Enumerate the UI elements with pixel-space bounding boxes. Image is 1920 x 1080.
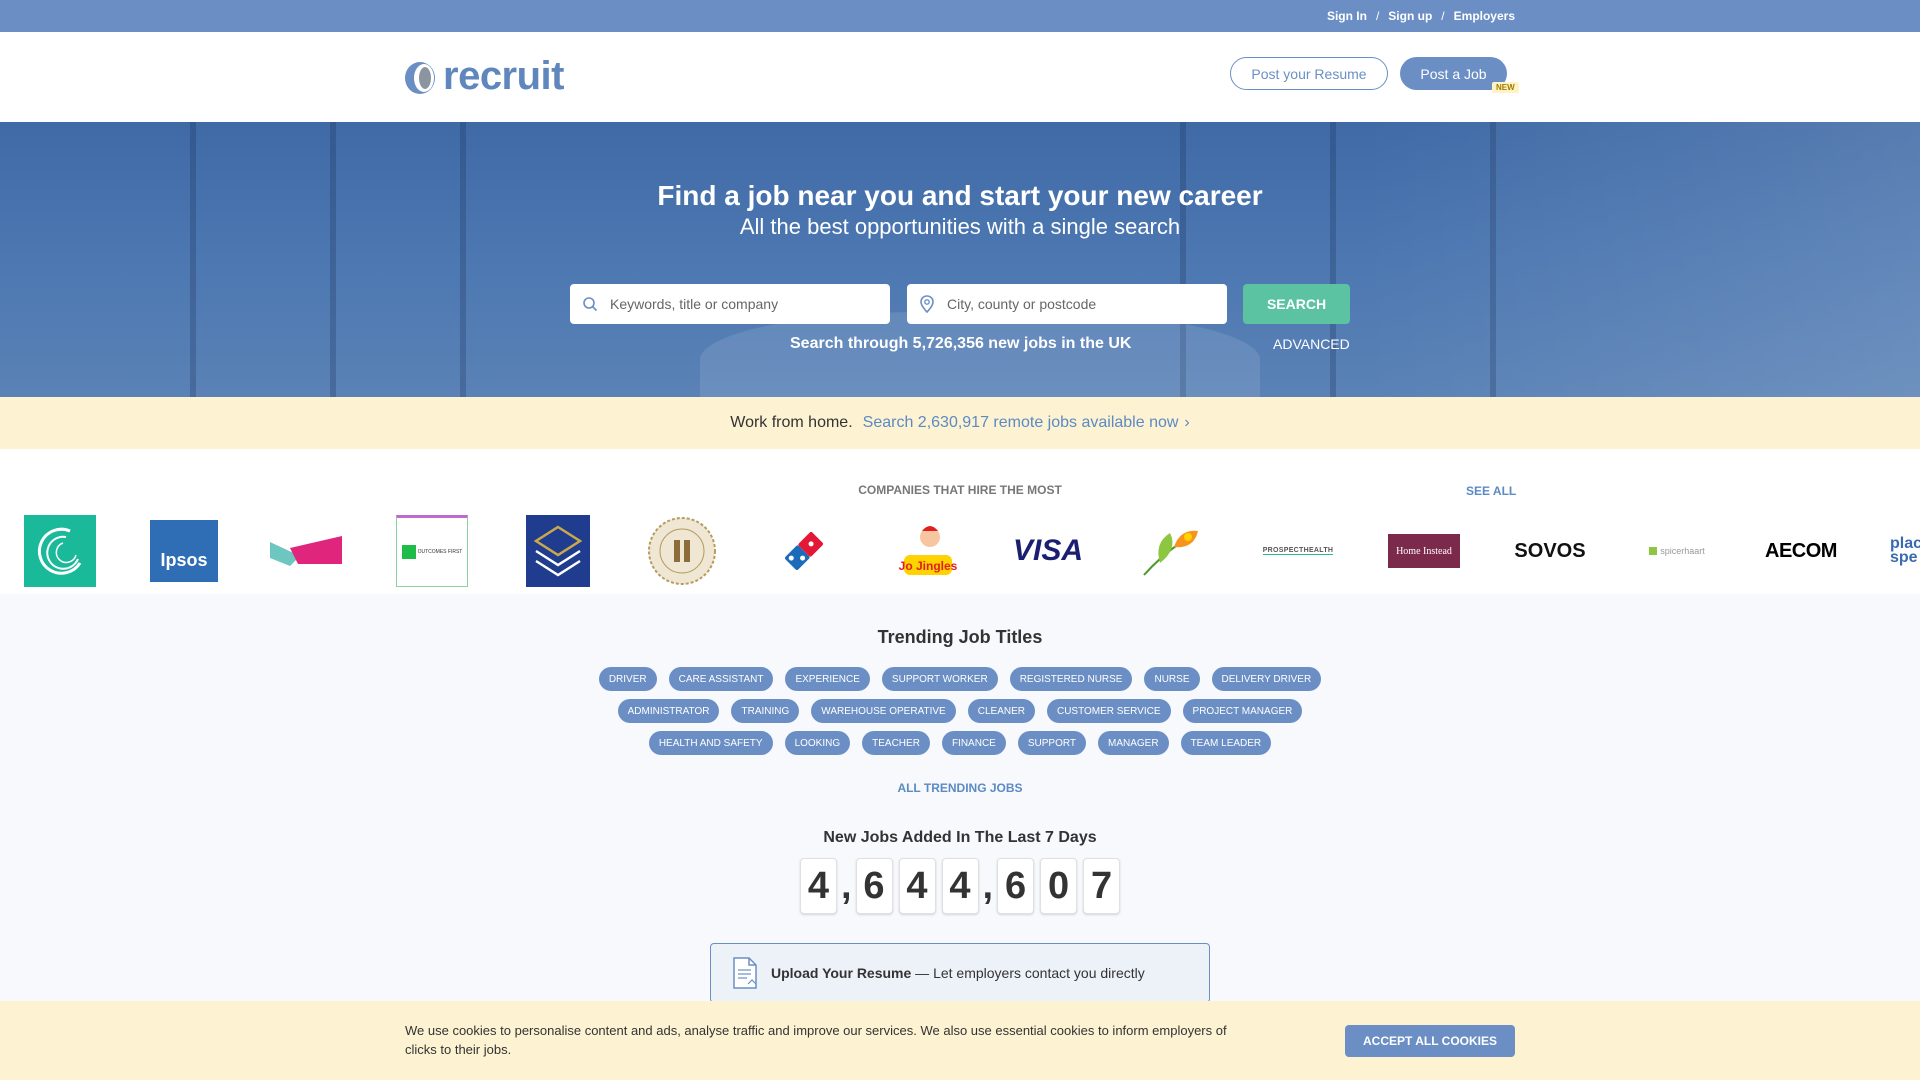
company-logo-spicerhaart[interactable]: spicerhaart	[1638, 515, 1716, 587]
hero-subtitle: All the best opportunities with a single…	[739, 214, 1181, 239]
background-table	[700, 312, 1260, 397]
remote-jobs-banner: Work from home. Search 2,630,917 remote …	[0, 397, 1920, 449]
upload-resume-box[interactable]: Upload Your Resume — Let employers conta…	[710, 943, 1210, 1003]
tag-nurse[interactable]: NURSE	[1144, 667, 1200, 691]
tag-finance[interactable]: FINANCE	[941, 731, 1006, 755]
sign-in-link[interactable]: Sign In	[1327, 9, 1367, 23]
cookie-banner: We use cookies to personalise content an…	[0, 1001, 1920, 1080]
cookie-message: We use cookies to personalise content an…	[405, 1023, 1227, 1057]
employers-link[interactable]: Employers	[1454, 9, 1515, 23]
tag-cleaner[interactable]: CLEANER	[967, 699, 1035, 723]
location-input[interactable]	[947, 296, 1217, 312]
top-bar: Sign In / Sign up / Employers	[0, 0, 1920, 32]
counter-digit: 6	[855, 858, 893, 914]
tag-registered-nurse[interactable]: REGISTERED NURSE	[1009, 667, 1133, 691]
company-logo-dominos[interactable]	[768, 515, 840, 587]
company-logo-aecom[interactable]: AECOM	[1762, 515, 1840, 587]
tag-administrator[interactable]: ADMINISTRATOR	[617, 699, 720, 723]
companies-title: COMPANIES THAT HIRE THE MOST	[858, 483, 1062, 497]
svg-text:Jo Jingles: Jo Jingles	[899, 559, 958, 573]
tag-driver[interactable]: DRIVER	[598, 667, 657, 691]
tag-teacher[interactable]: TEACHER	[862, 731, 930, 755]
tag-health-and-safety[interactable]: HEALTH AND SAFETY	[648, 731, 773, 755]
logo-text: recruit	[443, 54, 565, 98]
keywords-field[interactable]	[570, 284, 890, 324]
tag-support-worker[interactable]: SUPPORT WORKER	[881, 667, 998, 691]
counter-digit: 4	[941, 858, 979, 914]
counter-comma: ,	[840, 865, 852, 907]
tag-experience[interactable]: EXPERIENCE	[785, 667, 870, 691]
counter-digit: 6	[997, 858, 1035, 914]
site-header: recruit Post your Resume Post a Job NEW	[0, 32, 1920, 122]
counter-digit: 4	[799, 858, 837, 914]
tag-customer-service[interactable]: CUSTOMER SERVICE	[1046, 699, 1171, 723]
company-logo-seal[interactable]	[646, 515, 718, 587]
tag-delivery-driver[interactable]: DELIVERY DRIVER	[1211, 667, 1322, 691]
upload-resume-text: Upload Your Resume — Let employers conta…	[771, 965, 1145, 981]
tag-looking[interactable]: LOOKING	[784, 731, 851, 755]
remote-jobs-link[interactable]: Search 2,630,917 remote jobs available n…	[863, 414, 1179, 432]
jobs-count-text: Search through 5,726,356 new jobs in the…	[790, 335, 1132, 352]
recruit-logo-icon	[405, 58, 439, 96]
trending-title: Trending Job Titles	[877, 627, 1043, 647]
company-logo-wave[interactable]	[24, 515, 96, 587]
tag-training[interactable]: TRAINING	[731, 699, 800, 723]
counter-comma: ,	[982, 865, 994, 907]
company-logo-jo-jingles[interactable]: Jo Jingles	[890, 515, 962, 587]
new-jobs-counter: 4 , 6 4 4 , 6 0 7	[0, 858, 1920, 914]
trending-tags: DRIVER CARE ASSISTANT EXPERIENCE SUPPORT…	[0, 667, 1920, 763]
tag-care-assistant[interactable]: CARE ASSISTANT	[668, 667, 774, 691]
tag-warehouse-operative[interactable]: WAREHOUSE OPERATIVE	[811, 699, 956, 723]
search-icon	[570, 296, 610, 312]
location-field[interactable]	[907, 284, 1227, 324]
tag-support[interactable]: SUPPORT	[1017, 731, 1087, 755]
tag-project-manager[interactable]: PROJECT MANAGER	[1182, 699, 1303, 723]
keywords-input[interactable]	[610, 296, 880, 312]
accept-cookies-button[interactable]: ACCEPT ALL COOKIES	[1345, 1025, 1515, 1057]
company-logo-ipsos[interactable]: Ipsos	[150, 520, 218, 582]
separator: /	[1441, 9, 1445, 23]
hero-search: Find a job near you and start your new c…	[0, 122, 1920, 397]
recruit-logo[interactable]: recruit	[405, 54, 565, 99]
resume-document-icon	[731, 957, 759, 989]
counter-digit: 0	[1040, 858, 1078, 914]
new-badge: NEW	[1492, 82, 1519, 93]
advanced-search-link[interactable]: ADVANCED	[1273, 336, 1350, 352]
new-jobs-counter-title: New Jobs Added In The Last 7 Days	[823, 829, 1097, 846]
sign-up-link[interactable]: Sign up	[1388, 9, 1432, 23]
counter-digit: 4	[898, 858, 936, 914]
company-logo-partial[interactable]: plac spe	[1890, 515, 1920, 587]
chevron-right-icon[interactable]: ›	[1184, 414, 1189, 432]
company-logo-home-instead[interactable]: Home Instead	[1388, 534, 1460, 568]
company-logo-queen-elizabeth-olympic-park[interactable]	[270, 533, 342, 569]
separator: /	[1375, 9, 1380, 23]
company-logo-leaf[interactable]	[1136, 515, 1208, 587]
counter-digit: 7	[1083, 858, 1121, 914]
all-trending-jobs-link[interactable]: ALL TRENDING JOBS	[0, 781, 1920, 795]
company-logo-layers[interactable]	[526, 515, 590, 587]
tag-manager[interactable]: MANAGER	[1098, 731, 1169, 755]
companies-section: COMPANIES THAT HIRE THE MOST SEE ALL Ips…	[0, 449, 1920, 594]
location-pin-icon	[907, 295, 947, 313]
see-all-companies-link[interactable]: SEE ALL	[1466, 484, 1516, 498]
company-logo-outcomes-first[interactable]: OUTCOMES FIRST	[396, 515, 468, 587]
company-logo-prospect-health[interactable]: PROSPECTHEALTH	[1262, 515, 1334, 587]
tag-team-leader[interactable]: TEAM LEADER	[1180, 731, 1272, 755]
company-logo-visa[interactable]: VISA	[1008, 515, 1088, 587]
post-job-button[interactable]: Post a Job	[1400, 57, 1507, 90]
post-resume-button[interactable]: Post your Resume	[1230, 57, 1388, 90]
company-logo-sovos[interactable]: SOVOS	[1512, 515, 1588, 587]
hero-title: Find a job near you and start your new c…	[657, 180, 1263, 211]
search-button[interactable]: SEARCH	[1243, 284, 1350, 324]
remote-lead-text: Work from home.	[730, 414, 853, 431]
